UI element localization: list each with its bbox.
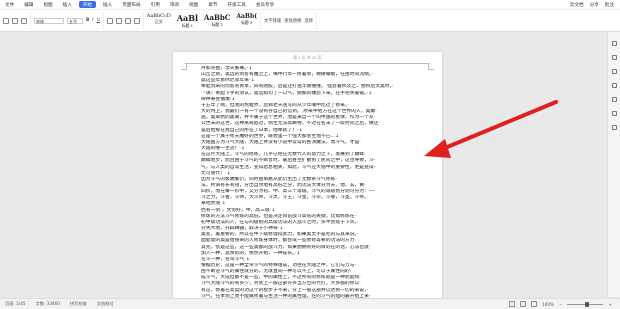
arrow-shaft <box>438 100 558 152</box>
annotation-arrow <box>424 100 558 158</box>
arrow-head <box>424 139 451 158</box>
